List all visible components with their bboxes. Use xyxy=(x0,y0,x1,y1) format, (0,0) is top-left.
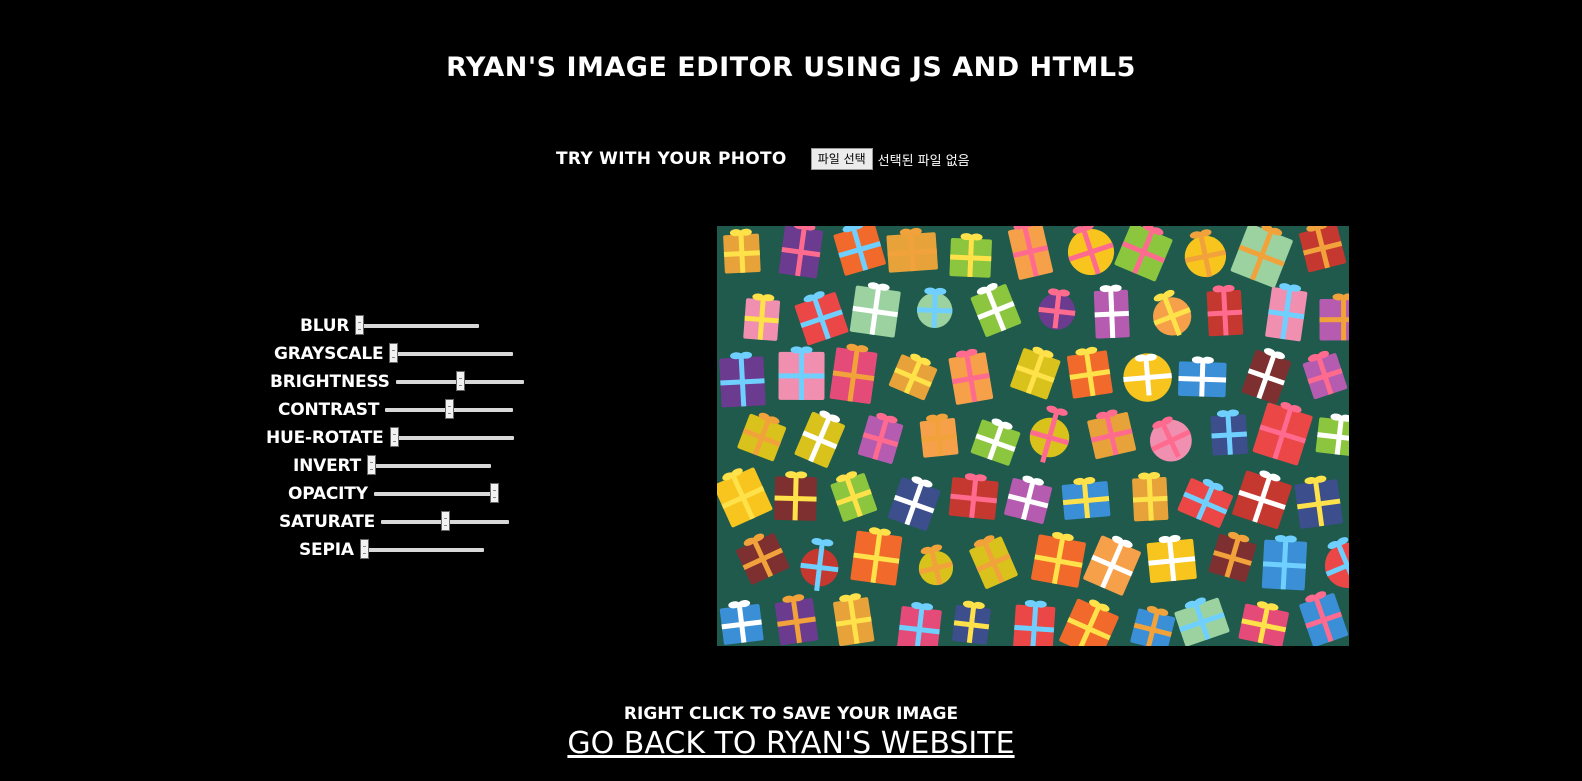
filter-label: SEPIA xyxy=(299,540,354,560)
saturate-slider[interactable] xyxy=(381,510,510,534)
filter-row-grayscale: GRAYSCALE xyxy=(274,342,514,366)
slider-thumb[interactable] xyxy=(359,539,369,559)
slider-rail xyxy=(359,548,484,552)
blur-slider[interactable] xyxy=(355,314,480,338)
slider-thumb[interactable] xyxy=(389,343,399,363)
upload-label: TRY WITH YOUR PHOTO xyxy=(556,149,787,169)
hue-rotate-slider[interactable] xyxy=(389,426,514,450)
filter-row-brightness: BRIGHTNESS xyxy=(270,370,524,394)
slider-thumb[interactable] xyxy=(489,483,499,503)
filter-row-invert: INVERT xyxy=(293,454,492,478)
filter-label: INVERT xyxy=(293,456,362,476)
invert-slider[interactable] xyxy=(367,454,492,478)
image-editor-page: RYAN'S IMAGE EDITOR USING JS AND HTML5 T… xyxy=(0,0,1582,781)
filter-row-hue-rotate: HUE-ROTATE xyxy=(266,426,514,450)
sepia-slider[interactable] xyxy=(359,538,484,562)
filter-row-contrast: CONTRAST xyxy=(278,398,514,422)
filter-label: BLUR xyxy=(300,316,350,336)
slider-thumb[interactable] xyxy=(441,511,451,531)
filter-label: CONTRAST xyxy=(278,400,380,420)
preview-image[interactable] xyxy=(717,226,1349,646)
slider-thumb[interactable] xyxy=(445,399,455,419)
filter-row-blur: BLUR xyxy=(300,314,480,338)
filter-label: BRIGHTNESS xyxy=(270,372,390,392)
slider-rail xyxy=(389,436,514,440)
back-to-website-link[interactable]: GO BACK TO RYAN'S WEBSITE xyxy=(567,726,1014,761)
gift-boxes-pattern xyxy=(717,226,1349,646)
opacity-slider[interactable] xyxy=(373,482,499,506)
filter-label: HUE-ROTATE xyxy=(266,428,384,448)
brightness-slider[interactable] xyxy=(395,370,524,394)
back-link-container: GO BACK TO RYAN'S WEBSITE xyxy=(0,726,1582,761)
filter-row-opacity: OPACITY xyxy=(288,482,499,506)
slider-rail xyxy=(389,352,514,356)
filter-label: GRAYSCALE xyxy=(274,344,384,364)
upload-row: TRY WITH YOUR PHOTO 파일 선택 선택된 파일 없음 xyxy=(556,146,970,172)
slider-thumb[interactable] xyxy=(367,455,377,475)
slider-thumb[interactable] xyxy=(455,371,465,391)
grayscale-slider[interactable] xyxy=(389,342,514,366)
filter-label: OPACITY xyxy=(288,484,368,504)
slider-thumb[interactable] xyxy=(355,315,365,335)
filter-label: SATURATE xyxy=(279,512,376,532)
slider-rail xyxy=(373,492,498,496)
choose-file-button[interactable]: 파일 선택 xyxy=(810,148,873,170)
contrast-slider[interactable] xyxy=(385,398,514,422)
save-hint: RIGHT CLICK TO SAVE YOUR IMAGE xyxy=(623,704,959,724)
file-status-text: 선택된 파일 없음 xyxy=(877,153,970,169)
slider-rail xyxy=(355,324,480,328)
slider-rail xyxy=(367,464,492,468)
filter-row-sepia: SEPIA xyxy=(299,538,484,562)
page-title: RYAN'S IMAGE EDITOR USING JS AND HTML5 xyxy=(446,52,1136,83)
slider-thumb[interactable] xyxy=(389,427,399,447)
filter-row-saturate: SATURATE xyxy=(279,510,510,534)
